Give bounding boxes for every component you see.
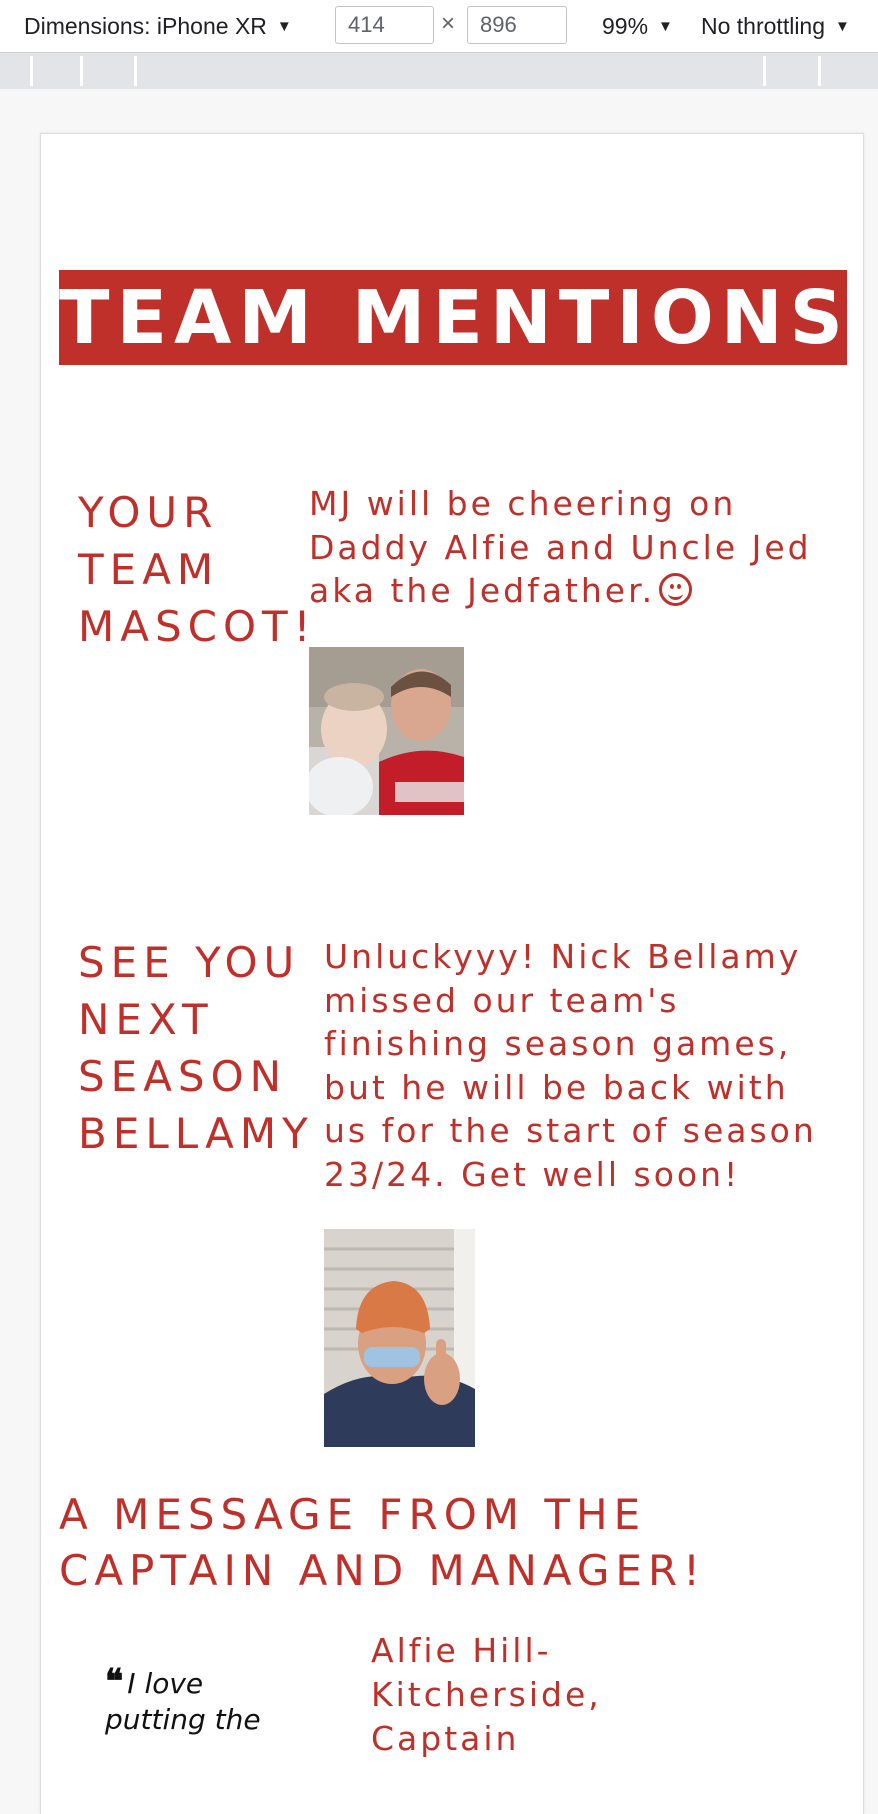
heading-line: NEXT: [78, 995, 214, 1044]
text-line: 23/24. Get well soon!: [324, 1154, 741, 1194]
captain-quote: ❝ I love putting the: [105, 1664, 261, 1738]
zoom-label: 99%: [602, 12, 649, 39]
mascot-photo: [309, 647, 464, 815]
text-line: Daddy Alfie and Uncle Jed: [309, 527, 812, 567]
times-icon: ×: [441, 10, 456, 37]
heading-line: TEAM: [78, 545, 220, 594]
height-input[interactable]: [467, 6, 567, 44]
signature-line: Kitcherside,: [371, 1675, 602, 1714]
mascot-text: MJ will be cheering on Daddy Alfie and U…: [309, 482, 812, 613]
device-label: Dimensions: iPhone XR: [24, 12, 267, 39]
quote-line: I love: [127, 1667, 204, 1700]
smiling-face-icon: [659, 573, 693, 606]
chevron-down-icon: ▼: [658, 17, 673, 35]
media-query-segment[interactable]: [763, 56, 766, 86]
text-line: MJ will be cheering on: [309, 484, 737, 523]
media-query-bar[interactable]: [0, 53, 878, 89]
text-line: Unluckyyy! Nick Bellamy: [324, 937, 802, 976]
heading-line: A MESSAGE FROM THE: [59, 1490, 647, 1539]
zoom-dropdown[interactable]: 99% ▼: [602, 0, 673, 52]
throttling-dropdown[interactable]: No throttling ▼: [701, 0, 850, 52]
text-line: finishing season games,: [324, 1024, 792, 1063]
text-line-content: aka the Jedfather.: [309, 571, 656, 610]
chevron-down-icon: ▼: [835, 17, 850, 35]
device-dropdown[interactable]: Dimensions: iPhone XR ▼: [24, 0, 292, 52]
device-toolbar: Dimensions: iPhone XR ▼ × 99% ▼ No throt…: [0, 0, 878, 53]
bellamy-photo: [324, 1229, 475, 1447]
mascot-heading: YOUR TEAM MASCOT!: [78, 484, 317, 655]
quote-icon: ❝: [105, 1662, 124, 1702]
chevron-down-icon: ▼: [276, 17, 292, 35]
heading-line: SEASON: [78, 1052, 288, 1101]
captain-signature: Alfie Hill- Kitcherside, Captain: [371, 1629, 602, 1761]
team-mentions-banner: TEAM MENTIONS: [59, 270, 847, 365]
width-input[interactable]: [335, 6, 434, 44]
media-query-segment[interactable]: [80, 56, 83, 86]
text-line: aka the Jedfather.: [309, 569, 812, 613]
media-query-segment[interactable]: [818, 56, 821, 86]
emulated-page: TEAM MENTIONS YOUR TEAM MASCOT! MJ will …: [40, 133, 864, 1814]
text-line: missed our team's: [324, 980, 680, 1020]
text-line: but he will be back with: [324, 1067, 789, 1107]
media-query-segment[interactable]: [30, 56, 33, 86]
bellamy-heading: SEE YOU NEXT SEASON BELLAMY: [78, 934, 314, 1162]
heading-line: YOUR: [78, 488, 219, 537]
bellamy-text: Unluckyyy! Nick Bellamy missed our team'…: [324, 935, 817, 1196]
heading-line: SEE YOU: [78, 938, 301, 987]
heading-line: BELLAMY: [78, 1109, 314, 1158]
heading-line: CAPTAIN AND MANAGER!: [59, 1546, 706, 1595]
signature-line: Alfie Hill-: [371, 1631, 552, 1670]
captain-message-heading: A MESSAGE FROM THE CAPTAIN AND MANAGER!: [59, 1487, 706, 1599]
text-line: us for the start of season: [324, 1111, 817, 1150]
signature-line: Captain: [371, 1719, 520, 1758]
media-query-segment[interactable]: [134, 56, 137, 86]
quote-line: putting the: [105, 1703, 261, 1736]
heading-line: MASCOT!: [78, 602, 317, 651]
throttling-label: No throttling: [701, 12, 826, 39]
page-title: TEAM MENTIONS: [59, 275, 850, 361]
